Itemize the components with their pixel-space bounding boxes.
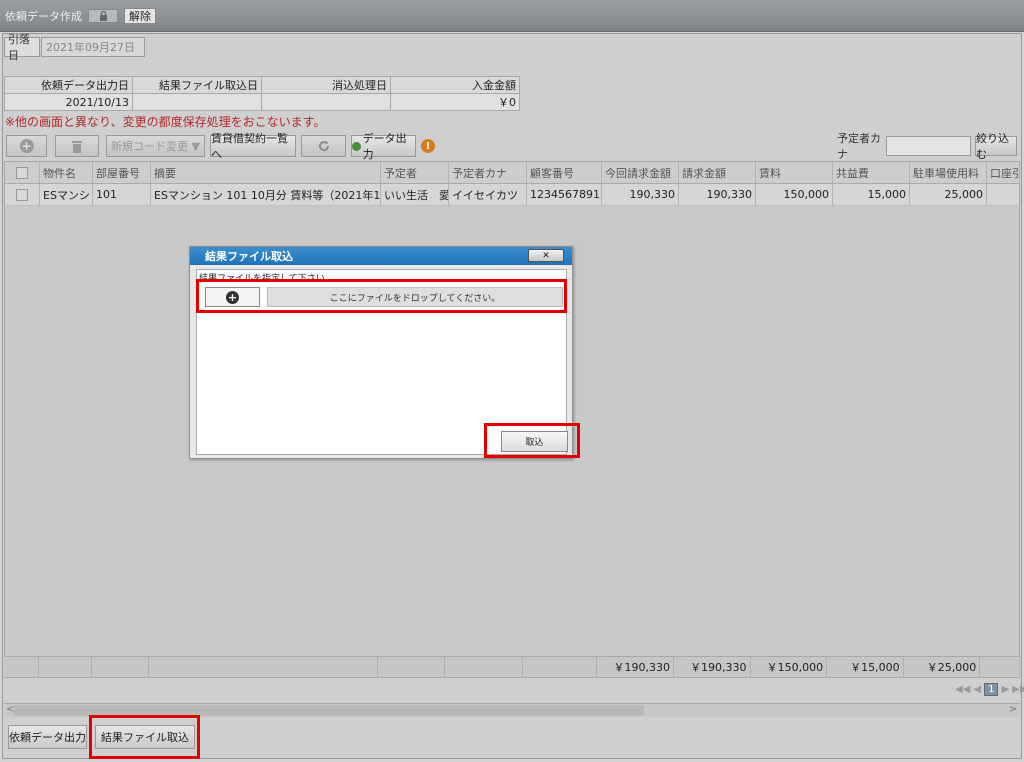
result-import-dialog: 結果ファイル取込 ✕ 結果ファイルを指定して下さい。 + ここにファイルをドロッ…	[189, 246, 573, 459]
row-checkbox[interactable]	[16, 188, 28, 201]
cell-scheduled-person: いい生活 愛子	[381, 184, 449, 205]
col-scheduled-person[interactable]: 予定者	[381, 162, 449, 183]
dialog-title: 結果ファイル取込	[205, 250, 293, 263]
import-button[interactable]: 取込	[501, 431, 568, 452]
cell-current-billing: 190,330	[602, 184, 679, 205]
cell-account-debit	[987, 184, 1019, 205]
col-billing-amount[interactable]: 請求金額	[679, 162, 756, 183]
summary-table: 依頼データ出力日 結果ファイル取込日 消込処理日 入金金額 2021/10/13…	[4, 76, 520, 111]
col-description[interactable]: 摘要	[151, 162, 381, 183]
first-page-icon[interactable]: ◀◀	[955, 684, 970, 695]
pager: ◀◀ ◀ 1 ▶ ▶▶	[955, 683, 1024, 696]
cell-customer-number: 123456789123	[527, 184, 602, 205]
table-row[interactable]: ESマンション 101 ESマンション 101 10月分 賃料等（2021年10…	[5, 184, 1019, 206]
result-file-import-button[interactable]: 結果ファイル取込	[95, 725, 195, 749]
col-rent[interactable]: 賃料	[756, 162, 833, 183]
total-cell-1	[39, 657, 92, 677]
summary-header-payment-amount: 入金金額	[390, 76, 520, 94]
refresh-button[interactable]	[301, 135, 346, 157]
horizontal-scrollbar[interactable]: < >	[4, 703, 1020, 717]
add-file-button[interactable]: +	[205, 287, 260, 307]
file-drop-zone[interactable]: ここにファイルをドロップしてください。	[267, 287, 563, 307]
total-cell-6	[523, 657, 598, 677]
total-cell-0	[4, 657, 39, 677]
scroll-right-icon[interactable]: >	[1009, 704, 1017, 715]
kana-label: 予定者カナ	[837, 132, 881, 161]
warning-text: ※他の画面と異なり、変更の都度保存処理をおこないます。	[5, 115, 326, 129]
page-title: 依頼データ作成	[5, 9, 82, 23]
add-row-button[interactable]: +	[6, 135, 47, 157]
summary-header-output-date: 依頼データ出力日	[4, 76, 133, 94]
cell-room-number: 101	[93, 184, 151, 205]
total-rent: ￥150,000	[751, 657, 828, 677]
info-icon[interactable]: !	[421, 139, 435, 153]
cell-description: ESマンション 101 10月分 賃料等（2021年10月分）	[151, 184, 381, 205]
filter-button[interactable]: 絞り込む	[975, 132, 1017, 161]
col-scheduled-kana[interactable]: 予定者カナ	[449, 162, 527, 183]
select-all-checkbox[interactable]	[16, 166, 28, 179]
current-page[interactable]: 1	[984, 683, 999, 696]
total-cell-2	[92, 657, 150, 677]
next-page-icon[interactable]: ▶	[1001, 684, 1009, 695]
prev-page-icon[interactable]: ◀	[973, 684, 981, 695]
col-common-fee[interactable]: 共益費	[833, 162, 910, 183]
plus-icon: +	[19, 139, 34, 153]
delete-row-button[interactable]	[55, 135, 99, 157]
request-data-output-button[interactable]: 依頼データ出力	[8, 725, 87, 749]
scrollbar-thumb[interactable]	[14, 705, 644, 716]
total-cell-3	[149, 657, 378, 677]
withdrawal-date-input[interactable]: 2021年09月27日	[41, 37, 145, 57]
col-parking-fee[interactable]: 駐車場使用料	[910, 162, 987, 183]
new-code-change-button[interactable]: 新規コード変更 ▼	[106, 135, 205, 157]
lease-contract-list-button[interactable]: 賃貸借契約一覧へ	[210, 132, 296, 161]
new-code-change-label: 新規コード変更	[111, 140, 189, 153]
grid-header-row: 物件名 部屋番号 摘要 予定者 予定者カナ 顧客番号 今回請求金額 請求金額 賃…	[5, 162, 1019, 184]
col-room-number[interactable]: 部屋番号	[93, 162, 151, 183]
cell-property-name: ESマンション	[40, 184, 93, 205]
total-current-billing: ￥190,330	[597, 657, 675, 677]
title-bar: 依頼データ作成 解除	[0, 0, 1024, 32]
withdrawal-date-label: 引落日	[4, 33, 40, 62]
cell-rent: 150,000	[756, 184, 833, 205]
dialog-title-bar: 結果ファイル取込 ✕	[190, 247, 572, 265]
summary-payment-amount: ￥0	[390, 93, 520, 111]
chevron-down-icon: ▼	[191, 139, 200, 153]
plus-circle-icon: +	[226, 290, 239, 304]
trash-icon	[72, 140, 82, 153]
lock-icon[interactable]	[88, 8, 118, 23]
refresh-icon	[318, 141, 329, 152]
dialog-body: 結果ファイルを指定して下さい。 + ここにファイルをドロップしてください。 取込	[196, 269, 568, 455]
close-icon[interactable]: ✕	[528, 249, 564, 262]
select-all-checkbox-cell[interactable]	[5, 162, 40, 183]
cell-common-fee: 15,000	[833, 184, 910, 205]
output-icon	[352, 141, 361, 151]
cell-scheduled-kana: イイセイカツ アイコ	[449, 184, 527, 205]
total-cell-12	[980, 657, 1020, 677]
col-current-billing[interactable]: 今回請求金額	[602, 162, 679, 183]
total-common-fee: ￥15,000	[827, 657, 904, 677]
summary-import-date	[132, 93, 262, 111]
col-customer-number[interactable]: 顧客番号	[527, 162, 602, 183]
row-checkbox-cell[interactable]	[5, 184, 40, 205]
summary-header-reconcile-date: 消込処理日	[261, 76, 391, 94]
unlock-button[interactable]: 解除	[124, 7, 156, 24]
cell-parking-fee: 25,000	[910, 184, 987, 205]
total-parking-fee: ￥25,000	[904, 657, 981, 677]
data-output-button[interactable]: データ出力	[351, 132, 416, 161]
data-output-label: データ出力	[362, 132, 407, 161]
totals-row: ￥190,330 ￥190,330 ￥150,000 ￥15,000 ￥25,0…	[4, 656, 1020, 678]
last-page-icon[interactable]: ▶▶	[1012, 684, 1024, 695]
summary-header-import-date: 結果ファイル取込日	[132, 76, 262, 94]
col-property-name[interactable]: 物件名	[40, 162, 93, 183]
summary-output-date: 2021/10/13	[4, 93, 133, 111]
total-cell-5	[445, 657, 523, 677]
summary-reconcile-date	[261, 93, 391, 111]
col-account-debit[interactable]: 口座引	[987, 162, 1019, 183]
total-cell-4	[378, 657, 446, 677]
total-billing-amount: ￥190,330	[674, 657, 751, 677]
dialog-instruction: 結果ファイルを指定して下さい。	[199, 274, 334, 284]
cell-billing-amount: 190,330	[679, 184, 756, 205]
kana-search-input[interactable]	[886, 136, 971, 156]
